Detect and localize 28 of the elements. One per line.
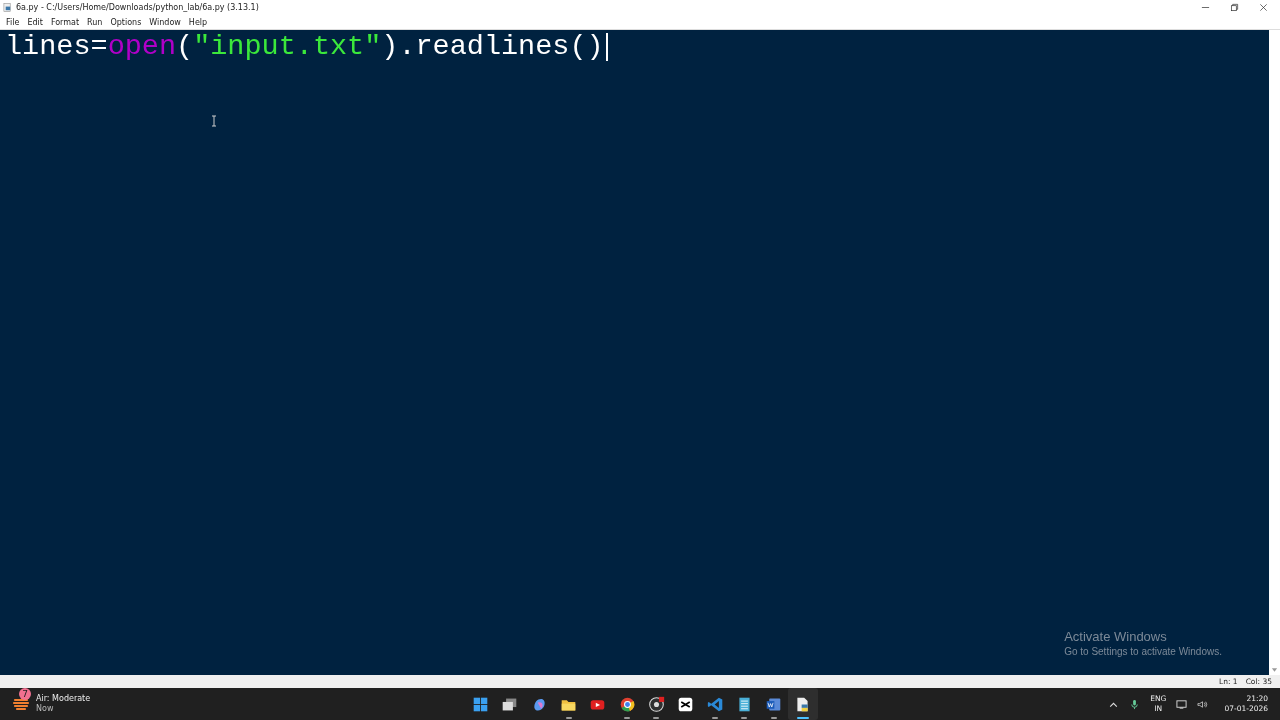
restore-icon[interactable]: [1230, 3, 1239, 12]
network-icon[interactable]: [1176, 698, 1188, 710]
menu-item[interactable]: Window: [145, 17, 185, 27]
weather-time: Now: [36, 704, 55, 714]
menu-item[interactable]: Options: [106, 17, 146, 27]
activation-message: Go to Settings to activate Windows.: [1064, 646, 1222, 657]
notification-badge: 7: [19, 688, 31, 700]
menu-item[interactable]: File: [2, 17, 24, 27]
weather-title: Air: Moderate: [36, 694, 91, 704]
record-icon[interactable]: [647, 695, 665, 713]
menu-item[interactable]: Help: [184, 17, 212, 27]
menu-item[interactable]: Edit: [23, 17, 47, 27]
microphone-icon[interactable]: [1129, 698, 1141, 710]
code-line: lines=open("input.txt").readlines(): [5, 32, 604, 62]
window-title: 6a.py - C:/Users/Home/Downloads/python_lab/6a.py (3.13.1): [16, 3, 260, 12]
clapper-icon[interactable]: [677, 695, 695, 713]
scroll-down-icon[interactable]: [1271, 667, 1278, 673]
menu-item[interactable]: Format: [46, 17, 84, 27]
speaker-icon[interactable]: [1197, 698, 1209, 710]
menu-item[interactable]: Run: [83, 17, 107, 27]
text-cursor-icon: [211, 115, 217, 127]
activation-title: Activate Windows: [1064, 629, 1168, 644]
code-editor-icon[interactable]: [706, 695, 724, 713]
python-file-icon: [3, 3, 12, 12]
text-cursor: [605, 33, 608, 61]
windows-icon[interactable]: [472, 695, 490, 713]
close-icon[interactable]: [1259, 3, 1268, 12]
browser-icon[interactable]: [618, 695, 636, 713]
